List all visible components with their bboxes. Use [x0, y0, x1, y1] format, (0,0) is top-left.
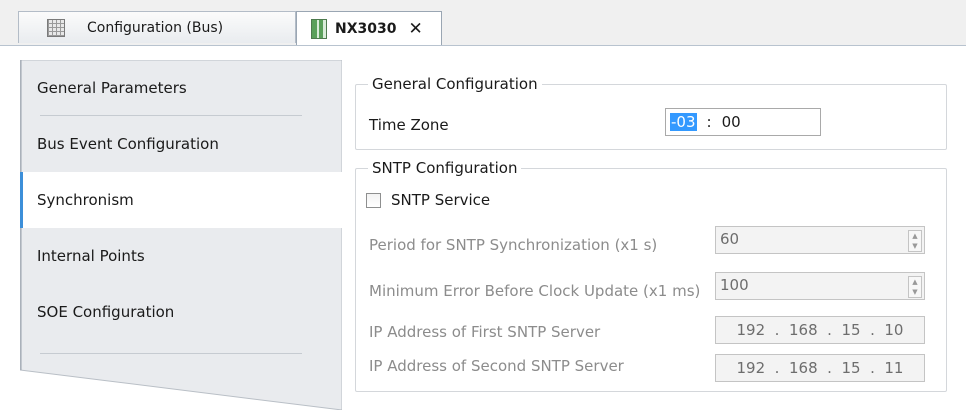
- close-icon[interactable]: ✕: [408, 19, 422, 39]
- time-zone-separator: :: [706, 113, 712, 131]
- ip1-label: IP Address of First SNTP Server: [369, 323, 601, 341]
- time-zone-label: Time Zone: [369, 116, 449, 134]
- sidebar-item-bus-event-configuration[interactable]: Bus Event Configuration: [20, 116, 342, 172]
- ip1-input[interactable]: 192 . 168 . 15 . 10: [715, 316, 925, 344]
- sidebar-item-label: General Parameters: [37, 79, 187, 97]
- sidebar-item-label: Bus Event Configuration: [37, 135, 219, 153]
- period-spinbox[interactable]: 60 ▲ ▼: [715, 226, 925, 254]
- spinner-icon[interactable]: ▲ ▼: [908, 276, 922, 298]
- group-title: General Configuration: [368, 75, 542, 93]
- period-label: Period for SNTP Synchronization (x1 s): [369, 236, 658, 254]
- tab-label: Configuration (Bus): [87, 19, 224, 36]
- divider: [40, 353, 302, 354]
- period-value: 60: [720, 230, 740, 248]
- sidebar-item-general-parameters[interactable]: General Parameters: [20, 60, 342, 116]
- group-title: SNTP Configuration: [368, 159, 522, 177]
- sidebar-item-soe-configuration[interactable]: SOE Configuration: [20, 284, 342, 354]
- min-error-value: 100: [720, 276, 749, 294]
- sntp-service-label: SNTP Service: [391, 191, 491, 209]
- sidebar-item-label: Synchronism: [37, 191, 134, 209]
- sidebar-item-label: SOE Configuration: [37, 303, 175, 321]
- sidebar-item-synchronism[interactable]: Synchronism: [20, 172, 342, 228]
- min-error-label: Minimum Error Before Clock Update (x1 ms…: [369, 282, 701, 300]
- bus-config-icon: [47, 18, 65, 37]
- min-error-spinbox[interactable]: 100 ▲ ▼: [715, 272, 925, 300]
- ip1-value: 192 . 168 . 15 . 10: [736, 321, 904, 339]
- tab-divider: [0, 45, 966, 46]
- device-icon: [311, 18, 327, 39]
- ip2-label: IP Address of Second SNTP Server: [369, 357, 624, 375]
- editor-tab-strip: Configuration (Bus) NX3030 ✕: [0, 0, 966, 46]
- time-zone-hours[interactable]: -03: [670, 113, 697, 131]
- tab-configuration-bus[interactable]: Configuration (Bus): [18, 11, 296, 43]
- tab-label: NX3030: [335, 20, 397, 37]
- ip2-value: 192 . 168 . 15 . 11: [736, 359, 904, 377]
- spinner-icon[interactable]: ▲ ▼: [908, 230, 922, 252]
- sidebar-item-internal-points[interactable]: Internal Points: [20, 228, 342, 284]
- time-zone-input[interactable]: -03 : 00: [665, 108, 821, 136]
- sidebar-item-label: Internal Points: [37, 247, 145, 265]
- sidebar: General Parameters Bus Event Configurati…: [20, 60, 342, 410]
- tab-nx3030[interactable]: NX3030 ✕: [296, 11, 442, 46]
- sntp-service-checkbox[interactable]: [366, 193, 381, 208]
- ip2-input[interactable]: 192 . 168 . 15 . 11: [715, 354, 925, 382]
- time-zone-minutes[interactable]: 00: [722, 113, 741, 131]
